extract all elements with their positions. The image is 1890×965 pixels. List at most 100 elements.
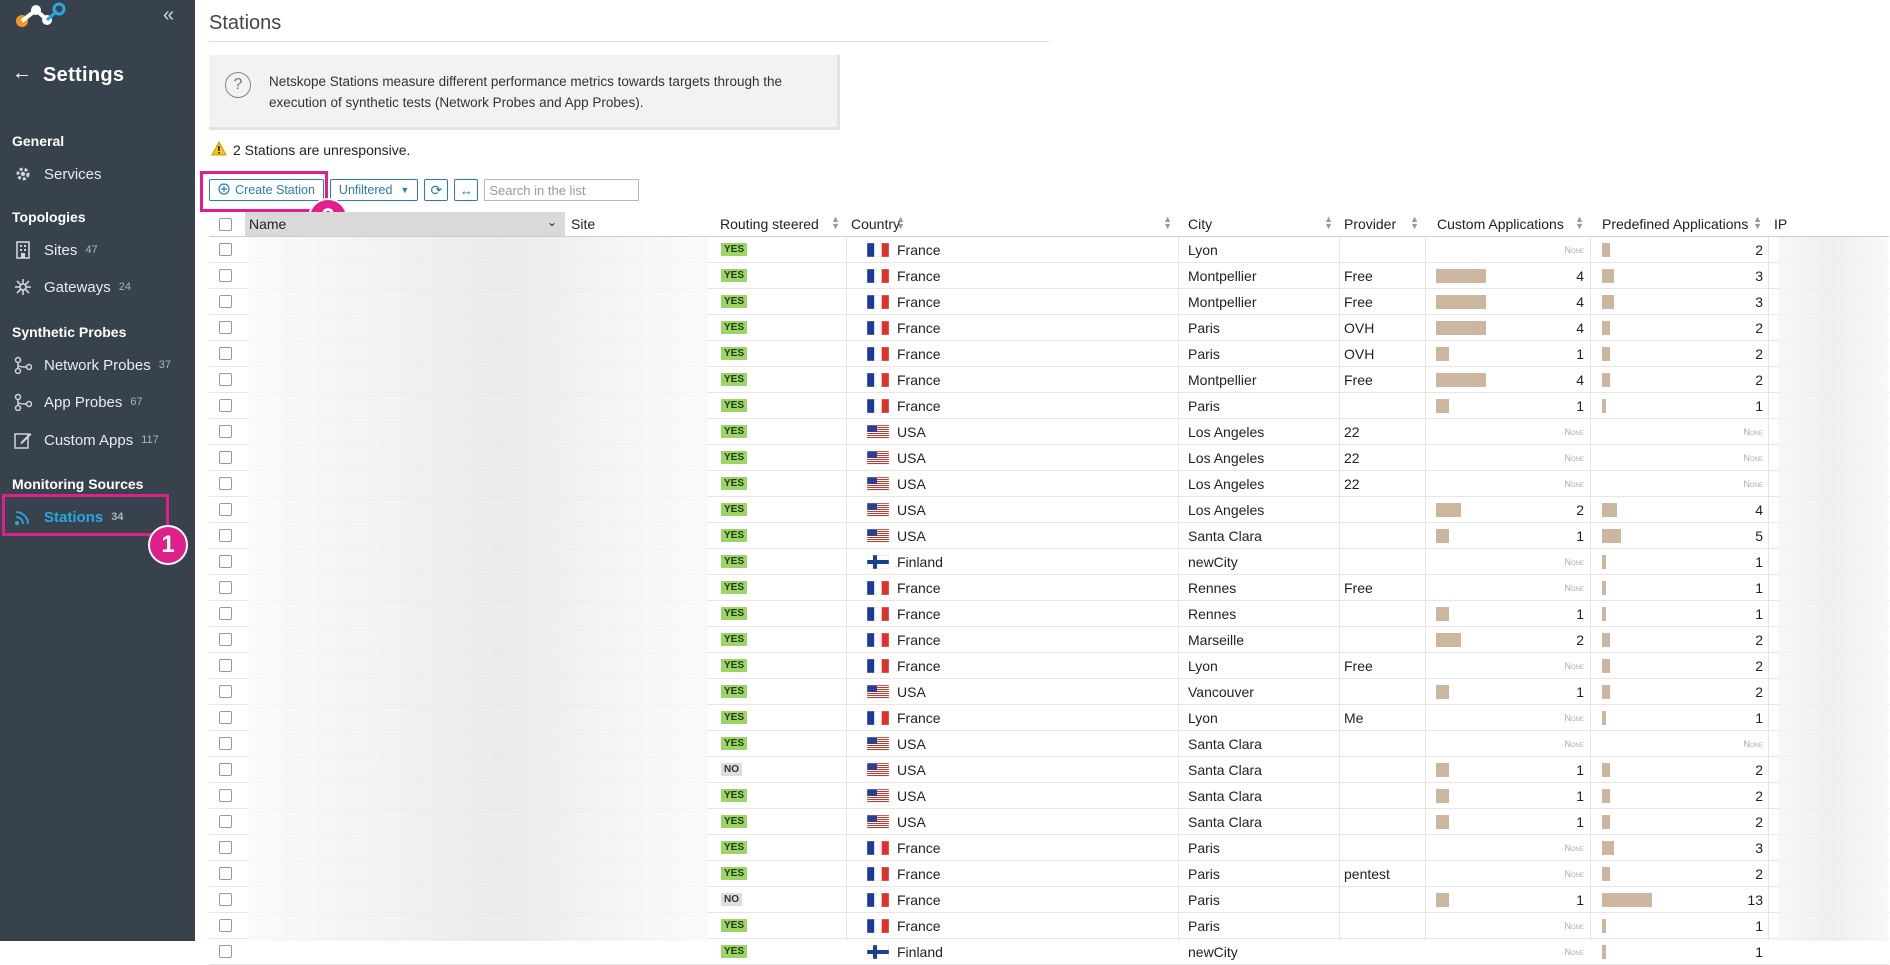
row-checkbox[interactable] xyxy=(219,367,232,392)
routing-value: YES xyxy=(721,321,748,334)
row-checkbox[interactable] xyxy=(219,679,232,704)
flag-icon xyxy=(866,320,890,335)
custom-apps-cell: 1 xyxy=(1429,393,1584,418)
row-checkbox[interactable] xyxy=(219,237,232,262)
routing-value: YES xyxy=(721,711,748,724)
row-checkbox[interactable] xyxy=(219,809,232,834)
custom-apps-bar xyxy=(1436,763,1449,777)
country-cell: France xyxy=(866,289,941,314)
custom-apps-none: None xyxy=(1564,738,1584,749)
gateway-icon xyxy=(12,276,34,298)
row-checkbox[interactable] xyxy=(219,939,232,964)
custom-apps-cell: 1 xyxy=(1429,783,1584,808)
custom-apps-value: 4 xyxy=(1576,293,1584,310)
row-checkbox[interactable] xyxy=(219,315,232,340)
custom-apps-none: None xyxy=(1564,712,1584,723)
row-checkbox[interactable] xyxy=(219,835,232,860)
predefined-apps-cell: 3 xyxy=(1594,263,1763,288)
predefined-apps-bar xyxy=(1602,659,1610,673)
row-checkbox[interactable] xyxy=(219,289,232,314)
country-value: USA xyxy=(897,501,926,518)
column-header-custom-apps[interactable]: Custom Applications ▲ ▼ xyxy=(1425,212,1590,236)
custom-apps-bar xyxy=(1436,503,1461,517)
sidebar-item-gateways[interactable]: Gateways 24 xyxy=(12,273,131,301)
custom-apps-none: None xyxy=(1564,426,1584,437)
table-row[interactable]: YES Finland newCity None 1 xyxy=(209,939,1889,965)
row-checkbox[interactable] xyxy=(219,523,232,548)
custom-apps-none: None xyxy=(1564,478,1584,489)
country-cell: France xyxy=(866,913,941,938)
country-cell: France xyxy=(866,835,941,860)
predefined-apps-cell: 1 xyxy=(1594,705,1763,730)
filter-dropdown[interactable]: Unfiltered ▼ xyxy=(329,179,419,201)
predefined-apps-value: 2 xyxy=(1755,345,1763,362)
city-cell: Santa Clara xyxy=(1188,761,1262,778)
row-checkbox[interactable] xyxy=(219,913,232,938)
select-all-checkbox[interactable] xyxy=(219,212,239,236)
row-checkbox[interactable] xyxy=(219,757,232,782)
country-value: Finland xyxy=(897,553,943,570)
app-logo[interactable] xyxy=(14,2,66,35)
row-checkbox[interactable] xyxy=(219,393,232,418)
row-checkbox[interactable] xyxy=(219,653,232,678)
custom-apps-value: 1 xyxy=(1576,345,1584,362)
city-cell: Los Angeles xyxy=(1188,423,1265,440)
column-header-ip[interactable]: IP xyxy=(1768,212,1828,236)
custom-apps-cell: 4 xyxy=(1429,367,1584,392)
country-cell: USA xyxy=(866,809,926,834)
sidebar-item-custom-apps[interactable]: Custom Apps 117 xyxy=(12,426,159,454)
row-checkbox[interactable] xyxy=(219,419,232,444)
row-checkbox[interactable] xyxy=(219,731,232,756)
country-value: USA xyxy=(897,813,926,830)
row-checkbox[interactable] xyxy=(219,783,232,808)
predefined-apps-value: 2 xyxy=(1755,813,1763,830)
row-checkbox[interactable] xyxy=(219,705,232,730)
predefined-apps-cell: 1 xyxy=(1594,393,1763,418)
row-checkbox[interactable] xyxy=(219,861,232,886)
row-checkbox[interactable] xyxy=(219,627,232,652)
predefined-apps-cell: 1 xyxy=(1594,939,1763,964)
custom-apps-value: 4 xyxy=(1576,319,1584,336)
column-header-predefined-apps[interactable]: Predefined Applications ▲ ▼ xyxy=(1590,212,1768,236)
country-cell: USA xyxy=(866,731,926,756)
row-checkbox[interactable] xyxy=(219,471,232,496)
column-header-routing[interactable]: Routing steered ▲ ▼ xyxy=(714,212,846,236)
sidebar-item-sites[interactable]: Sites 47 xyxy=(12,236,98,264)
predefined-apps-bar xyxy=(1602,815,1610,829)
column-header-city[interactable]: City ▲ ▼ xyxy=(1178,212,1339,236)
flag-icon xyxy=(866,944,890,959)
sidebar-item-services[interactable]: Services xyxy=(12,160,102,188)
routing-badge: YES xyxy=(721,575,748,600)
flag-icon xyxy=(866,788,890,803)
row-checkbox[interactable] xyxy=(219,341,232,366)
column-header-provider[interactable]: Provider ▲ ▼ xyxy=(1339,212,1425,236)
back-arrow-icon[interactable]: ← xyxy=(12,62,32,85)
refresh-button[interactable]: ⟳ xyxy=(424,179,449,201)
routing-badge: YES xyxy=(721,679,748,704)
city-cell: Paris xyxy=(1188,319,1220,336)
routing-badge: YES xyxy=(721,783,748,808)
row-checkbox[interactable] xyxy=(219,887,232,912)
country-value: France xyxy=(897,891,941,908)
network-icon xyxy=(12,354,34,376)
predefined-apps-cell: 1 xyxy=(1594,913,1763,938)
column-header-country[interactable]: Country ▲ ▼ xyxy=(846,212,1178,236)
routing-value: YES xyxy=(721,529,748,542)
row-checkbox[interactable] xyxy=(219,497,232,522)
city-cell: Paris xyxy=(1188,397,1220,414)
row-checkbox[interactable] xyxy=(219,549,232,574)
row-checkbox[interactable] xyxy=(219,445,232,470)
city-cell: Rennes xyxy=(1188,579,1237,596)
search-input[interactable]: Search in the list xyxy=(484,179,640,201)
sidebar-item-network-probes[interactable]: Network Probes 37 xyxy=(12,351,171,379)
row-checkbox[interactable] xyxy=(219,263,232,288)
column-header-name[interactable]: Name ⌄ xyxy=(245,212,565,236)
row-checkbox[interactable] xyxy=(219,575,232,600)
expand-columns-button[interactable]: ↔ xyxy=(454,179,479,201)
row-checkbox[interactable] xyxy=(219,601,232,626)
sidebar-item-app-probes[interactable]: App Probes 67 xyxy=(12,388,143,416)
routing-value: YES xyxy=(721,347,748,360)
routing-value: YES xyxy=(721,399,748,412)
predefined-apps-bar xyxy=(1602,347,1610,361)
collapse-sidebar-icon[interactable]: « xyxy=(163,4,174,27)
